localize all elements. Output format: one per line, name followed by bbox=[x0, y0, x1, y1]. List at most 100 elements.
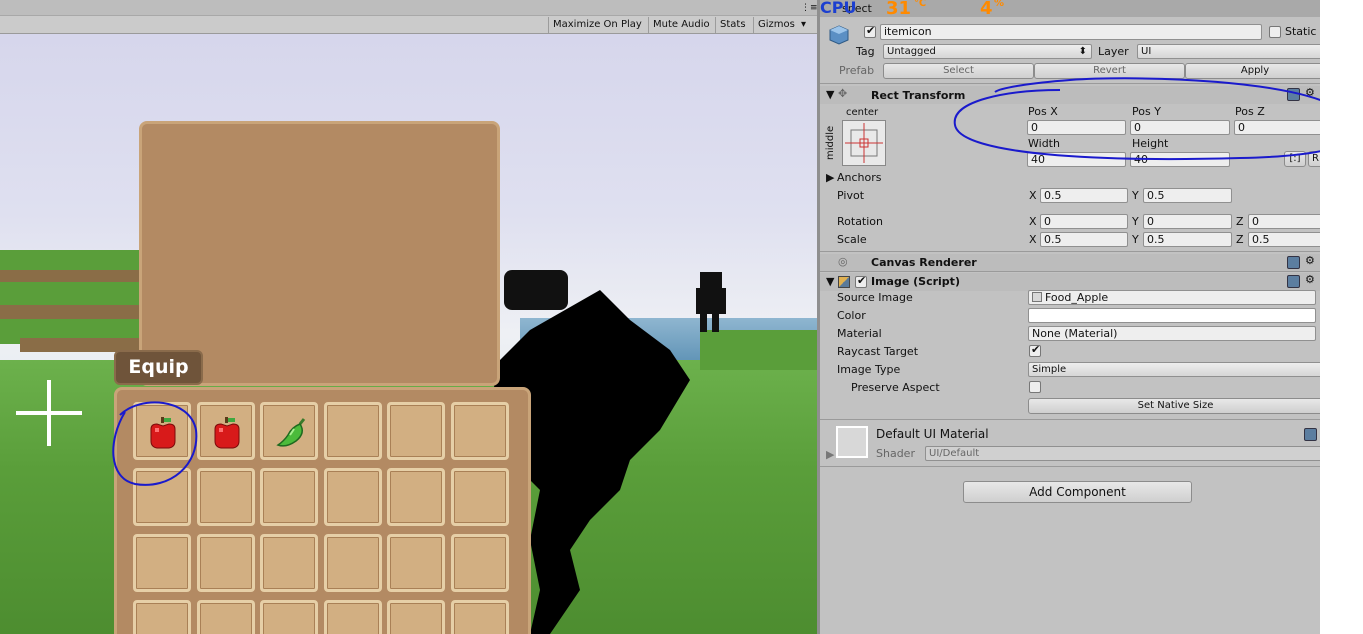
inventory-slot-empty[interactable] bbox=[197, 468, 255, 526]
add-component-button[interactable]: Add Component bbox=[963, 481, 1192, 503]
rotation-z-field[interactable]: 0 bbox=[1248, 214, 1320, 229]
scale-y-field[interactable]: 0.5 bbox=[1143, 232, 1232, 247]
scale-x-field[interactable]: 0.5 bbox=[1040, 232, 1128, 247]
height-field[interactable]: 40 bbox=[1130, 152, 1230, 167]
pos-y-field[interactable]: 0 bbox=[1130, 120, 1230, 135]
stats-button[interactable]: Stats bbox=[715, 17, 750, 33]
foldout-arrow-icon[interactable]: ▼ bbox=[826, 88, 834, 102]
inventory-slot-empty[interactable] bbox=[451, 600, 509, 634]
source-image-label: Source Image bbox=[837, 291, 913, 304]
inventory-slot-empty[interactable] bbox=[197, 600, 255, 634]
inventory-slot-pepper[interactable] bbox=[260, 402, 318, 460]
width-field[interactable]: 40 bbox=[1027, 152, 1126, 167]
active-checkbox[interactable] bbox=[864, 24, 876, 38]
inventory-slot-empty[interactable] bbox=[324, 402, 382, 460]
rotation-y-field[interactable]: 0 bbox=[1143, 214, 1232, 229]
inventory-slot-empty[interactable] bbox=[260, 534, 318, 592]
canvas-renderer-title: Canvas Renderer bbox=[871, 256, 977, 269]
mute-audio-button[interactable]: Mute Audio bbox=[648, 17, 714, 33]
anchor-presets-button[interactable] bbox=[842, 120, 886, 166]
shader-foldout-icon[interactable]: ▶ bbox=[826, 448, 834, 462]
settings-gear-icon[interactable]: ⚙ bbox=[1305, 86, 1315, 100]
equip-tab[interactable]: Equip bbox=[114, 350, 203, 385]
inventory-slot-empty[interactable] bbox=[260, 600, 318, 634]
inventory-slot-empty[interactable] bbox=[324, 534, 382, 592]
inventory-slot-empty[interactable] bbox=[451, 402, 509, 460]
static-label: Static bbox=[1285, 25, 1317, 38]
terrain-block bbox=[0, 270, 140, 282]
help-icon[interactable] bbox=[1304, 428, 1317, 441]
gameobject-cube-icon bbox=[829, 25, 849, 45]
inventory-slot-empty[interactable] bbox=[324, 600, 382, 634]
shader-dropdown[interactable]: UI/Default bbox=[925, 446, 1320, 461]
cpu-overlay-label: CPU bbox=[820, 0, 857, 17]
gizmos-button[interactable]: Gizmos bbox=[753, 17, 799, 33]
inventory-slot-empty[interactable] bbox=[387, 402, 445, 460]
settings-gear-icon[interactable]: ⚙ bbox=[1305, 273, 1315, 287]
help-icon[interactable] bbox=[1287, 88, 1300, 101]
image-type-dropdown[interactable]: Simple bbox=[1028, 362, 1320, 377]
image-enabled-checkbox[interactable] bbox=[855, 274, 867, 288]
inventory-slot-empty[interactable] bbox=[133, 468, 191, 526]
inventory-slot-empty[interactable] bbox=[260, 468, 318, 526]
material-field[interactable]: None (Material) bbox=[1028, 326, 1316, 341]
pos-y-label: Pos Y bbox=[1132, 105, 1161, 118]
preserve-aspect-checkbox[interactable] bbox=[1029, 381, 1041, 393]
prefab-apply-button[interactable]: Apply bbox=[1185, 63, 1320, 79]
gizmos-dropdown-icon[interactable]: ▾ bbox=[797, 17, 810, 33]
anchors-foldout-icon[interactable]: ▶ bbox=[826, 171, 834, 185]
inventory-slot-empty[interactable] bbox=[133, 534, 191, 592]
prefab-label: Prefab bbox=[839, 64, 875, 77]
color-swatch[interactable] bbox=[1028, 308, 1316, 323]
anchor-h-label: center bbox=[846, 107, 879, 118]
more-options-icon[interactable]: ⋮≡ bbox=[797, 0, 817, 16]
layer-label: Layer bbox=[1098, 45, 1129, 58]
prefab-select-button[interactable]: Select bbox=[883, 63, 1034, 79]
pivot-label: Pivot bbox=[837, 189, 865, 202]
inventory-slot-empty[interactable] bbox=[324, 468, 382, 526]
image-type-label: Image Type bbox=[837, 363, 901, 376]
scale-x-label: X bbox=[1029, 233, 1037, 246]
pos-z-field[interactable]: 0 bbox=[1234, 120, 1320, 135]
game-view[interactable]: Equip Maximize On Play Mute Audio Stats … bbox=[0, 0, 817, 634]
inventory-slot-empty[interactable] bbox=[387, 468, 445, 526]
raw-edit-button[interactable]: R bbox=[1308, 151, 1320, 167]
raycast-target-label: Raycast Target bbox=[837, 345, 919, 358]
inventory-slot-empty[interactable] bbox=[387, 600, 445, 634]
scale-z-field[interactable]: 0.5 bbox=[1248, 232, 1320, 247]
settings-gear-icon[interactable]: ⚙ bbox=[1305, 254, 1315, 268]
source-image-field[interactable]: Food_Apple bbox=[1028, 290, 1316, 305]
pos-x-field[interactable]: 0 bbox=[1027, 120, 1126, 135]
inventory-slot-apple[interactable] bbox=[197, 402, 255, 460]
inventory-slot-apple[interactable] bbox=[133, 402, 191, 460]
maximize-on-play-button[interactable]: Maximize On Play bbox=[548, 17, 646, 33]
equip-preview-panel bbox=[139, 121, 500, 386]
static-checkbox[interactable] bbox=[1269, 26, 1281, 38]
tag-dropdown[interactable]: Untagged ⬍ bbox=[883, 44, 1092, 59]
inspector-panel: spect CPU 31 ℃ 4 % itemicon Static Tag U… bbox=[817, 0, 1320, 634]
layer-dropdown[interactable]: UI bbox=[1137, 44, 1320, 59]
anchors-label[interactable]: Anchors bbox=[837, 171, 882, 185]
npc-group bbox=[504, 270, 568, 310]
help-icon[interactable] bbox=[1287, 256, 1300, 269]
pivot-x-field[interactable]: 0.5 bbox=[1040, 188, 1128, 203]
tag-label: Tag bbox=[856, 45, 875, 58]
inventory-slot-empty[interactable] bbox=[387, 534, 445, 592]
inventory-slot-empty[interactable] bbox=[451, 534, 509, 592]
object-name-field[interactable]: itemicon bbox=[880, 24, 1262, 40]
pivot-y-field[interactable]: 0.5 bbox=[1143, 188, 1232, 203]
inventory-slot-empty[interactable] bbox=[451, 468, 509, 526]
blueprint-mode-button[interactable]: [:] bbox=[1284, 151, 1306, 167]
foldout-arrow-icon[interactable]: ▼ bbox=[826, 275, 834, 289]
npc-figure bbox=[700, 312, 707, 332]
prefab-revert-button[interactable]: Revert bbox=[1034, 63, 1185, 79]
rotation-label: Rotation bbox=[837, 215, 884, 228]
set-native-size-button[interactable]: Set Native Size bbox=[1028, 398, 1320, 414]
rect-transform-icon: ✥ bbox=[838, 87, 848, 100]
inventory-slot-empty[interactable] bbox=[133, 600, 191, 634]
inventory-slot-empty[interactable] bbox=[197, 534, 255, 592]
rotation-x-field[interactable]: 0 bbox=[1040, 214, 1128, 229]
window-edge bbox=[1320, 0, 1363, 634]
raycast-target-checkbox[interactable] bbox=[1029, 343, 1041, 357]
help-icon[interactable] bbox=[1287, 275, 1300, 288]
